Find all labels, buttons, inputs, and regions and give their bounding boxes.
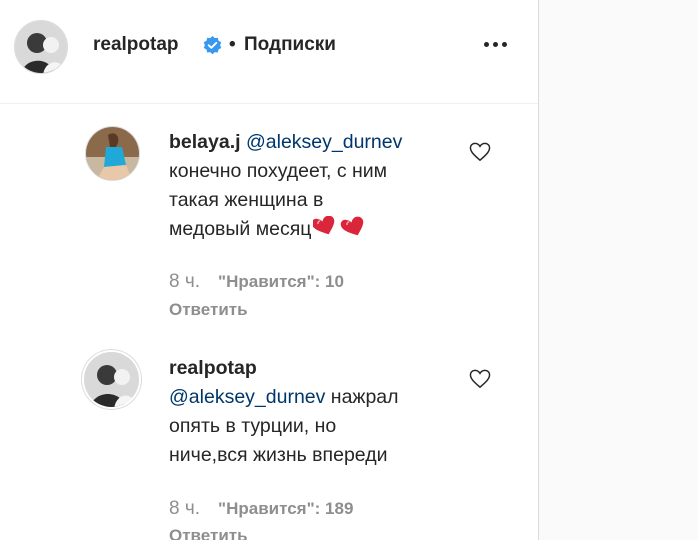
- like-heart-icon[interactable]: [469, 142, 491, 162]
- mention-link[interactable]: @aleksey_durnev: [169, 386, 325, 408]
- comment-text: belaya.j @aleksey_durnev конечно похудее…: [169, 128, 449, 247]
- header-separator: •: [229, 34, 236, 55]
- comment-meta: 8 ч. "Нравится": 189: [169, 498, 353, 520]
- comment-line: нажрал: [325, 386, 399, 408]
- comment-line: такая женщина в: [169, 189, 324, 211]
- comment-text: realpotap @aleksey_durnev нажрал опять в…: [169, 354, 449, 470]
- commenter-avatar[interactable]: [85, 126, 140, 181]
- comment-likes[interactable]: "Нравится": 10: [218, 272, 344, 291]
- reply-button[interactable]: Ответить: [169, 526, 248, 540]
- comment-line: конечно похудеет, с ним: [169, 160, 388, 182]
- comment-likes[interactable]: "Нравится": 189: [218, 499, 353, 518]
- two-hearts-emoji-icon: [312, 215, 369, 247]
- comment-username[interactable]: realpotap: [169, 354, 449, 383]
- post-header: realpotap • Подписки: [0, 0, 538, 104]
- comments-panel: realpotap • Подписки belaya.j @aleksey_d…: [0, 0, 539, 540]
- like-heart-icon[interactable]: [469, 369, 491, 389]
- profile-username[interactable]: realpotap: [93, 34, 179, 56]
- comment-line: опять в турции, но: [169, 415, 337, 437]
- comment-line: ниче,вся жизнь впереди: [169, 444, 388, 466]
- comment-username[interactable]: belaya.j: [169, 131, 241, 153]
- comment-time[interactable]: 8 ч.: [169, 271, 200, 292]
- following-button[interactable]: Подписки: [244, 34, 336, 56]
- more-options-icon[interactable]: [484, 34, 512, 54]
- comment-item: realpotap @aleksey_durnev нажрал опять в…: [0, 334, 538, 540]
- profile-avatar[interactable]: [14, 20, 68, 74]
- comment-item: belaya.j @aleksey_durnev конечно похудее…: [0, 104, 538, 334]
- comment-line: медовый месяц: [169, 218, 312, 240]
- reply-button[interactable]: Ответить: [169, 300, 248, 320]
- comment-time[interactable]: 8 ч.: [169, 498, 200, 519]
- mention-link[interactable]: @aleksey_durnev: [246, 131, 402, 153]
- verified-badge-icon: [203, 36, 222, 55]
- commenter-avatar[interactable]: [82, 350, 141, 409]
- comment-meta: 8 ч. "Нравится": 10: [169, 271, 344, 293]
